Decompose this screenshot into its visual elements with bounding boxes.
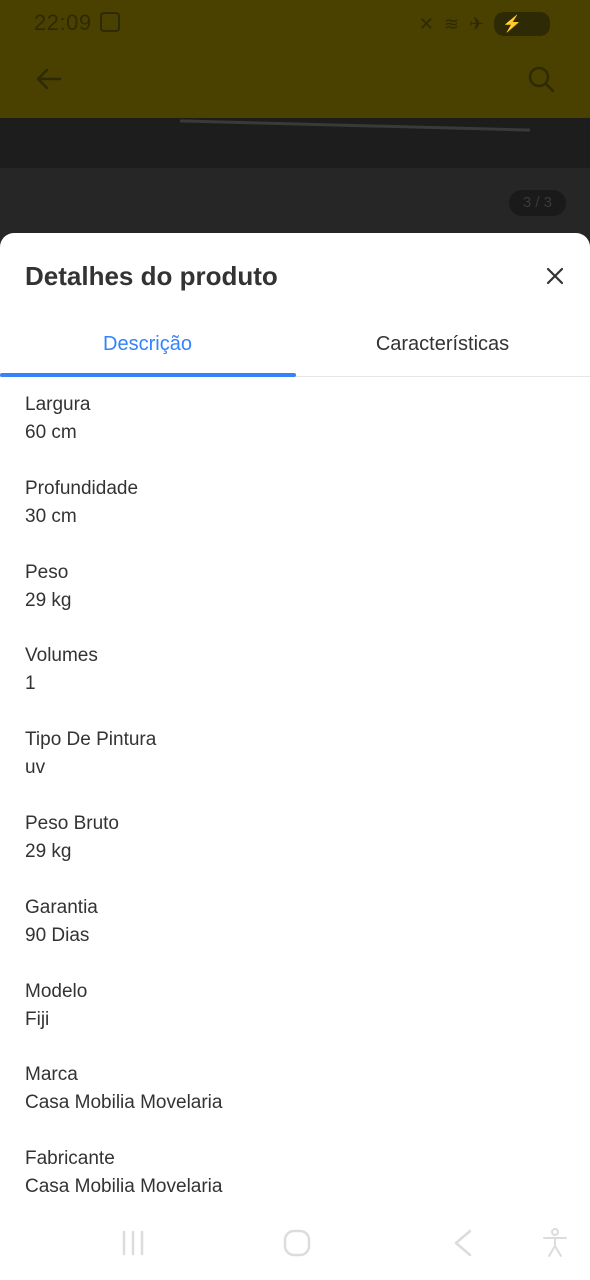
mute-icon: ✕ [418, 14, 434, 34]
spec-label: Peso Bruto [25, 812, 119, 834]
spec-value: Casa Mobilia Movelaria [25, 1092, 223, 1114]
spec-item-garantia: Garantia 90 Dias [25, 894, 565, 978]
spec-label: Largura [25, 394, 91, 415]
spec-label: Marca [25, 1064, 78, 1086]
spec-label: Peso [25, 561, 69, 583]
active-tab-indicator [0, 373, 296, 377]
spec-value: 29 kg [25, 840, 72, 862]
spec-value: Fiji [25, 1008, 50, 1030]
recents-icon[interactable] [116, 1226, 150, 1260]
notification-icon [100, 12, 120, 32]
tabs: Descrição Características [0, 311, 590, 377]
tab-label: Características [375, 332, 510, 355]
battery-indicator: ⚡48 [494, 12, 550, 36]
spec-item-tipo-de-pintura: Tipo De Pintura uv [25, 726, 565, 810]
spec-label: Profundidade [25, 477, 139, 499]
airplane-icon: ✈ [468, 14, 485, 34]
nav-back-icon[interactable] [446, 1226, 480, 1260]
tab-caracteristicas[interactable]: Características [295, 311, 590, 377]
accessibility-icon[interactable] [538, 1226, 572, 1260]
status-time: 22:09 [34, 10, 92, 35]
spec-value: 60 cm [25, 422, 77, 443]
spec-item-peso: Peso 29 kg [25, 559, 565, 643]
spec-value: uv [25, 757, 46, 779]
sheet-title: Detalhes do produto [25, 261, 278, 291]
spec-value: Casa Mobilia Movelaria [25, 1176, 223, 1198]
spec-label: Fabricante [25, 1148, 115, 1170]
status-bar: 22:09 ✕ ≋ ✈ ⚡48 [0, 0, 590, 46]
wifi-icon: ≋ [443, 14, 459, 34]
close-icon[interactable] [542, 263, 568, 289]
spec-value: 29 kg [25, 589, 72, 611]
system-nav-bar [0, 1212, 590, 1280]
spec-item-marca: Marca Casa Mobilia Movelaria [25, 1061, 565, 1145]
spec-value: 30 cm [25, 505, 77, 527]
home-icon[interactable] [280, 1226, 314, 1260]
tab-label: Descrição [103, 332, 192, 355]
spec-item-largura: Largura 60 cm [25, 391, 565, 475]
spec-list: Largura 60 cm Profundidade 30 cm Peso 29… [25, 391, 565, 1229]
spec-value: 90 Dias [25, 924, 90, 946]
spec-label: Tipo De Pintura [25, 729, 157, 751]
product-image [0, 118, 590, 168]
image-counter: 3 / 3 [508, 190, 566, 216]
spec-item-profundidade: Profundidade 30 cm [25, 475, 565, 559]
battery-level: 48 [521, 13, 542, 33]
spec-label: Modelo [25, 980, 88, 1002]
spec-item-peso-bruto: Peso Bruto 29 kg [25, 810, 565, 894]
search-icon[interactable] [526, 64, 556, 94]
tab-descricao[interactable]: Descrição [0, 311, 295, 377]
spec-label: Volumes [25, 645, 98, 667]
spec-item-modelo: Modelo Fiji [25, 978, 565, 1062]
status-icons: ✕ ≋ ✈ ⚡48 [419, 12, 550, 36]
spec-item-volumes: Volumes 1 [25, 642, 565, 726]
arrow-left-icon[interactable] [34, 64, 64, 94]
product-details-sheet: Detalhes do produto Descrição Caracterís… [0, 233, 590, 1280]
spec-label: Garantia [25, 896, 98, 918]
spec-value: 1 [25, 673, 36, 695]
